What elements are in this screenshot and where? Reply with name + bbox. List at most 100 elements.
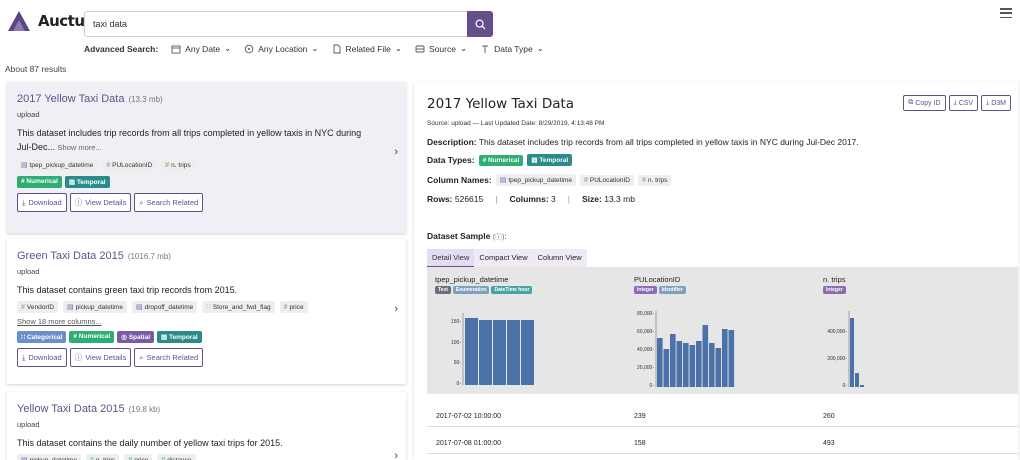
search-related-button[interactable]: ⌕ Search Related <box>134 348 204 367</box>
advanced-search-label: Advanced Search: <box>84 43 159 54</box>
calendar-icon: ▤ <box>135 304 143 311</box>
search-related-button[interactable]: ⌕ Search Related <box>134 193 204 212</box>
svg-text:0-: 0- <box>843 383 848 389</box>
download-icon: ⤓ <box>986 99 990 106</box>
column-count: 3 <box>551 194 556 204</box>
view-details-button[interactable]: ⓘ View Details <box>69 348 132 367</box>
histogram-chart: 150- 100- 50- 0- <box>451 313 534 387</box>
detail-title: 2017 Yellow Taxi Data <box>427 96 575 112</box>
download-icon: ⤓ <box>22 352 26 362</box>
hash-icon: # <box>641 176 646 184</box>
svg-text:150-: 150- <box>451 319 461 325</box>
result-title[interactable]: Green Taxi Data 2015 <box>17 250 124 262</box>
calendar-icon: ▤ <box>67 304 74 311</box>
download-d3m-button[interactable]: ⤓ D3M <box>981 95 1011 111</box>
column-chip: ∷ Store_and_fwd_flag <box>202 301 275 313</box>
download-button[interactable]: ⤓ Download <box>17 193 67 212</box>
result-source: upload <box>17 110 40 119</box>
table-row: 2017-07-02 10:00:00 239 260 <box>427 405 1018 427</box>
column-chip: # n_trips <box>85 454 120 460</box>
hash-icon: # <box>106 161 111 169</box>
row-count: 526615 <box>454 194 484 204</box>
result-card[interactable]: Green Taxi Data 2015 (1016.7 mb) upload T… <box>7 239 406 384</box>
result-card[interactable]: Yellow Taxi Data 2015 (19.8 kb) upload Th… <box>7 392 406 460</box>
detail-source-line: Source: upload — Last Updated Date: 8/29… <box>427 120 605 127</box>
type-tag-numerical: # Numerical <box>478 154 524 166</box>
menu-icon[interactable] <box>1000 8 1012 18</box>
dataset-sample-label: Dataset Sample (ⓘ): <box>427 231 507 241</box>
chevron-down-icon: ⌄ <box>394 43 403 53</box>
sample-column-header: tpep_pickup_datetime Text Enumeration Da… <box>435 275 533 294</box>
filter-data-type[interactable]: Data Type ⌄ <box>480 43 544 54</box>
calendar-icon: ▤ <box>499 177 507 184</box>
chevron-right-icon[interactable]: › <box>394 146 398 158</box>
hash-icon: # <box>283 303 288 311</box>
download-csv-button[interactable]: ⤓ CSV <box>948 95 979 111</box>
auctus-logo-icon <box>8 11 30 31</box>
result-description: This dataset contains the daily number o… <box>17 438 283 448</box>
svg-text:40,000-: 40,000- <box>637 347 654 353</box>
download-icon: ⤓ <box>953 99 957 106</box>
logo[interactable]: Auctus <box>6 8 93 34</box>
filter-related-file[interactable]: Related File ⌄ <box>332 43 402 54</box>
svg-text:400,000-: 400,000- <box>827 329 847 335</box>
svg-text:20,000-: 20,000- <box>637 365 654 371</box>
result-title[interactable]: 2017 Yellow Taxi Data <box>17 93 124 105</box>
svg-text:200,000-: 200,000- <box>827 356 847 362</box>
search-input[interactable] <box>84 11 468 37</box>
copy-icon: ⧉ <box>908 99 914 106</box>
chevron-down-icon: ⌄ <box>536 43 544 53</box>
tab-compact-view[interactable]: Compact View <box>474 249 533 267</box>
type-tag-spatial: ◎ Spatial <box>117 331 155 343</box>
chevron-right-icon[interactable]: › <box>394 303 398 315</box>
info-icon: ⓘ <box>74 353 83 362</box>
column-chip: ▤ tpep_pickup_datetime <box>495 174 576 186</box>
chevron-down-icon: ⌄ <box>224 43 232 53</box>
info-icon[interactable]: (ⓘ) <box>493 234 505 241</box>
tab-column-view[interactable]: Column View <box>532 249 587 267</box>
file-icon <box>333 44 340 53</box>
result-size: (13.3 mb) <box>128 95 163 104</box>
detail-column-names: Column Names: ▤ tpep_pickup_datetime # PUL… <box>427 174 672 186</box>
result-description: This dataset includes trip records from … <box>17 128 362 152</box>
download-icon: ⤓ <box>22 197 26 207</box>
column-chip: # PULocationID <box>579 174 634 186</box>
search-icon <box>475 19 486 30</box>
result-title[interactable]: Yellow Taxi Data 2015 <box>17 403 125 415</box>
svg-text:50-: 50- <box>454 360 462 366</box>
hash-icon: # <box>161 456 166 460</box>
show-more-columns-link[interactable]: Show 18 more columns... <box>17 317 396 326</box>
column-chip: # price <box>279 301 308 313</box>
type-tag-temporal: ▤ Temporal <box>527 154 573 166</box>
column-chip: # distance <box>157 454 196 460</box>
type-tag-numerical: # Numerical <box>69 331 115 343</box>
calendar-icon: ▤ <box>21 162 28 169</box>
type-tag-temporal: ▤ Temporal <box>157 331 202 343</box>
categorical-icon: ∷ <box>206 304 211 311</box>
copy-id-button[interactable]: ⧉ Copy ID <box>903 95 946 111</box>
download-button[interactable]: ⤓ Download <box>17 348 67 367</box>
filter-source[interactable]: Source ⌄ <box>415 43 467 54</box>
sample-column-header: n. trips Integer <box>823 275 846 294</box>
show-more-link[interactable]: Show more... <box>58 143 102 152</box>
calendar-icon: ▤ <box>21 456 28 460</box>
view-details-button[interactable]: ⓘ View Details <box>69 193 132 212</box>
result-card[interactable]: 2017 Yellow Taxi Data (13.3 mb) upload Th… <box>7 82 406 233</box>
chevron-down-icon: ⌄ <box>311 43 319 53</box>
info-icon: ⓘ <box>74 198 83 207</box>
tab-detail-view[interactable]: Detail View <box>427 249 475 267</box>
search-button[interactable] <box>467 11 493 37</box>
chevron-down-icon: ⌄ <box>459 43 468 53</box>
histogram-chart: 80,000- 60,000- 40,000- 20,000- 0- <box>637 311 735 389</box>
result-description: This dataset contains green taxi trip re… <box>17 285 238 295</box>
table-row: 2017-07-08 01:00:00 158 493 <box>427 432 1018 454</box>
filter-date[interactable]: Any Date ⌄ <box>171 43 231 54</box>
dataset-size: 13.3 mb <box>604 194 635 204</box>
search-icon: ⌕ <box>139 352 144 362</box>
sample-detail-view: tpep_pickup_datetime Text Enumeration Da… <box>427 267 1018 394</box>
chevron-right-icon[interactable]: › <box>394 450 398 460</box>
filter-location[interactable]: Any Location ⌄ <box>244 43 319 54</box>
histogram-chart: 400,000- 200,000- 0- <box>827 311 864 389</box>
column-chip: ▤pickup_datetime <box>63 301 127 313</box>
hash-icon: # <box>21 303 25 311</box>
